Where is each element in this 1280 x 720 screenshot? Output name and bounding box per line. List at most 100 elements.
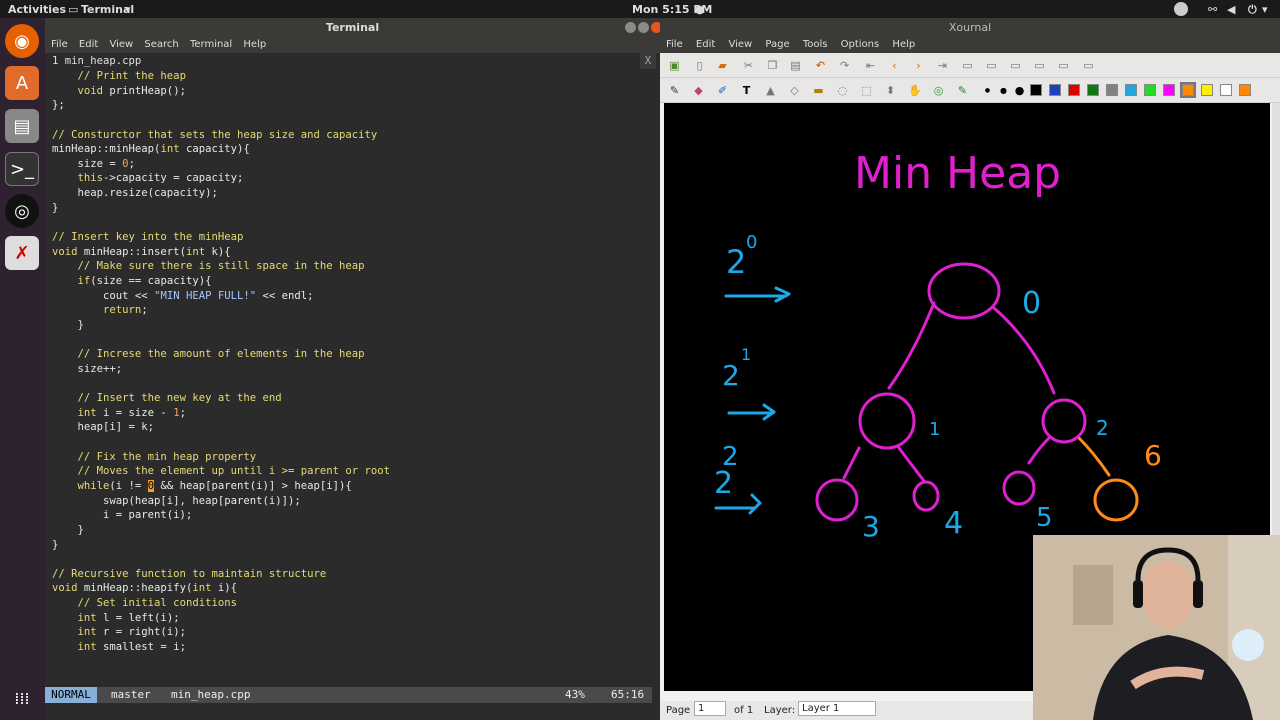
zoom-100-icon[interactable]: ▭ — [985, 59, 998, 72]
code-line[interactable] — [45, 552, 660, 567]
paste-icon[interactable]: ▤ — [789, 59, 802, 72]
menu-view[interactable]: View — [109, 39, 133, 50]
color-swatch[interactable] — [1030, 84, 1042, 96]
rect-select-icon[interactable]: ⬚ — [860, 84, 873, 97]
code-line[interactable]: void printHeap(); — [45, 84, 660, 99]
color-swatch[interactable] — [1049, 84, 1061, 96]
network-icon[interactable]: ⚯ — [1208, 3, 1217, 16]
menu-edit[interactable]: Edit — [79, 39, 98, 50]
files-icon[interactable]: ▤ — [5, 109, 39, 143]
code-line[interactable]: }; — [45, 98, 660, 113]
menu-page[interactable]: Page — [765, 39, 789, 50]
default-pen-icon[interactable]: ✎ — [956, 84, 969, 97]
code-line[interactable]: minHeap::minHeap(int capacity){ — [45, 142, 660, 157]
menu-help[interactable]: Help — [243, 39, 266, 50]
color-swatch[interactable] — [1125, 84, 1137, 96]
power-icon[interactable]: ⏻ — [1248, 3, 1257, 17]
page-width-icon[interactable]: ▭ — [1009, 59, 1022, 72]
software-center-icon[interactable]: A — [5, 66, 39, 100]
code-line[interactable]: // Print the heap — [45, 69, 660, 84]
menu-edit[interactable]: Edit — [696, 39, 715, 50]
default-tool-icon[interactable]: ◎ — [932, 84, 945, 97]
code-line[interactable]: size++; — [45, 362, 660, 377]
save-icon[interactable]: ▣ — [668, 59, 681, 72]
layer-select[interactable]: Layer 1 — [798, 701, 876, 716]
obs-icon[interactable]: ◎ — [5, 194, 39, 228]
pen-icon[interactable]: ✎ — [668, 84, 681, 97]
xournal-icon[interactable]: ✗ — [5, 236, 39, 270]
code-line[interactable]: // Set initial conditions — [45, 596, 660, 611]
color-swatch[interactable] — [1163, 84, 1175, 96]
code-line[interactable]: void minHeap::insert(int k){ — [45, 245, 660, 260]
code-line[interactable] — [45, 435, 660, 450]
code-line[interactable]: // Insert the new key at the end — [45, 391, 660, 406]
terminal-icon[interactable]: >_ — [5, 152, 39, 186]
code-line[interactable]: this->capacity = capacity; — [45, 171, 660, 186]
volume-icon[interactable]: ◀ — [1227, 3, 1235, 16]
ruler-icon[interactable]: ▬ — [812, 84, 825, 97]
color-swatch[interactable] — [1220, 84, 1232, 96]
zoom-in-icon[interactable]: ▭ — [1033, 59, 1046, 72]
code-area[interactable]: // Print the heap void printHeap();}; // … — [45, 69, 660, 655]
vim-tab-close[interactable]: X — [640, 53, 656, 69]
vim-editor[interactable]: 1 min_heap.cpp X // Print the heap void … — [45, 53, 660, 720]
activities-button[interactable]: Activities — [8, 3, 66, 16]
minimize-button[interactable] — [625, 22, 636, 33]
highlighter-icon[interactable]: ✐ — [716, 84, 729, 97]
menu-search[interactable]: Search — [144, 39, 178, 50]
lasso-select-icon[interactable]: ◌ — [836, 84, 849, 97]
firefox-icon[interactable]: ◉ — [5, 24, 39, 58]
code-line[interactable]: heap.resize(capacity); — [45, 186, 660, 201]
code-line[interactable]: // Insert key into the minHeap — [45, 230, 660, 245]
code-line[interactable]: } — [45, 201, 660, 216]
color-swatch[interactable] — [1087, 84, 1099, 96]
code-line[interactable]: } — [45, 538, 660, 553]
menu-file[interactable]: File — [51, 39, 68, 50]
menu-view[interactable]: View — [728, 39, 752, 50]
code-line[interactable]: swap(heap[i], heap[parent(i)]); — [45, 494, 660, 509]
thin-pen-icon[interactable]: ● — [981, 84, 994, 97]
fullscreen-toggle-icon[interactable] — [1057, 59, 1070, 72]
menu-options[interactable]: Options — [841, 39, 880, 50]
color-swatch[interactable] — [1180, 82, 1196, 98]
menu-terminal[interactable]: Terminal — [190, 39, 232, 50]
color-swatch[interactable] — [1201, 84, 1213, 96]
first-page-icon[interactable]: ⇤ — [864, 59, 877, 72]
code-line[interactable]: void minHeap::heapify(int i){ — [45, 581, 660, 596]
code-line[interactable]: // Increse the amount of elements in the… — [45, 347, 660, 362]
code-line[interactable] — [45, 215, 660, 230]
code-line[interactable]: int i = size - 1; — [45, 406, 660, 421]
color-swatch[interactable] — [1106, 84, 1118, 96]
cut-icon[interactable]: ✂ — [742, 59, 755, 72]
medium-pen-icon[interactable]: ● — [997, 84, 1010, 97]
vim-tab-label[interactable]: 1 min_heap.cpp — [52, 55, 141, 67]
code-line[interactable] — [45, 333, 660, 348]
code-line[interactable]: int smallest = i; — [45, 640, 660, 655]
shape-recognizer-icon[interactable]: ◇ — [788, 84, 801, 97]
hand-icon[interactable]: ✋ — [908, 84, 922, 97]
page-number-input[interactable]: 1 — [694, 701, 726, 716]
thick-pen-icon[interactable]: ● — [1013, 84, 1026, 97]
vertical-space-icon[interactable]: ⬍ — [884, 84, 897, 97]
menu-tools[interactable]: Tools — [803, 39, 828, 50]
code-line[interactable]: while(i != 0 && heap[parent(i)] > heap[i… — [45, 479, 660, 494]
last-page-icon[interactable]: ⇥ — [936, 59, 949, 72]
zoom-out-icon[interactable]: ▭ — [961, 59, 974, 72]
code-line[interactable] — [45, 113, 660, 128]
color-swatch[interactable] — [1239, 84, 1251, 96]
previous-page-icon[interactable]: ‹ — [888, 59, 901, 72]
eraser-icon[interactable]: ◆ — [692, 84, 705, 97]
undo-icon[interactable]: ↶ — [814, 59, 827, 72]
code-line[interactable]: } — [45, 318, 660, 333]
next-page-icon[interactable]: › — [912, 59, 925, 72]
copy-icon[interactable]: ❐ — [766, 59, 779, 72]
image-tool-icon[interactable]: ▲ — [764, 84, 777, 97]
code-line[interactable]: size = 0; — [45, 157, 660, 172]
code-line[interactable]: return; — [45, 303, 660, 318]
code-line[interactable]: int r = right(i); — [45, 625, 660, 640]
apps-grid-icon[interactable]: ⁞⁞⁞ — [5, 681, 39, 715]
code-line[interactable]: // Moves the element up until i >= paren… — [45, 464, 660, 479]
code-line[interactable]: // Fix the min heap property — [45, 450, 660, 465]
code-line[interactable]: if(size == capacity){ — [45, 274, 660, 289]
code-line[interactable]: // Consturctor that sets the heap size a… — [45, 128, 660, 143]
